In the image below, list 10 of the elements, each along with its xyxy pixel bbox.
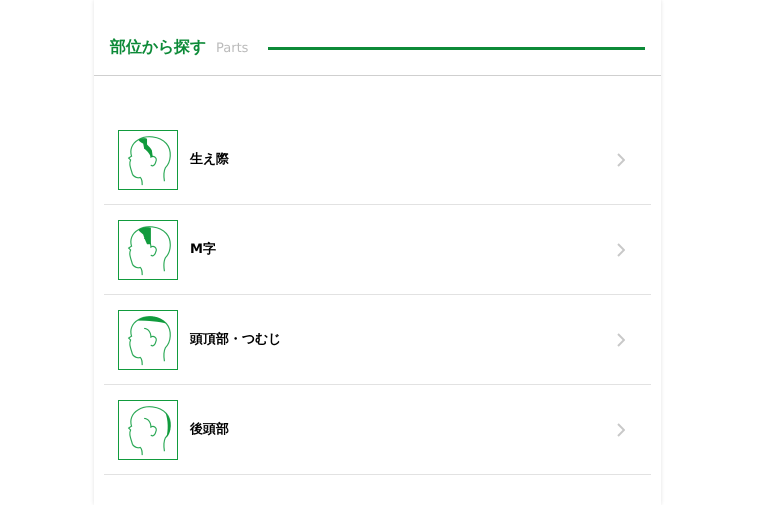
chevron-right-icon <box>617 422 625 436</box>
section-subtitle: Parts <box>216 42 248 55</box>
part-item[interactable]: 後頭部 <box>104 385 651 475</box>
chevron-right-icon <box>617 332 625 346</box>
part-item[interactable]: 頭頂部・つむじ <box>104 295 651 385</box>
chevron-right-icon <box>617 242 625 256</box>
section-title: 部位から探す <box>110 39 206 55</box>
part-item[interactable]: 生え際 <box>104 115 651 205</box>
part-item[interactable]: M字 <box>104 205 651 295</box>
chevron-right-icon <box>617 152 625 166</box>
